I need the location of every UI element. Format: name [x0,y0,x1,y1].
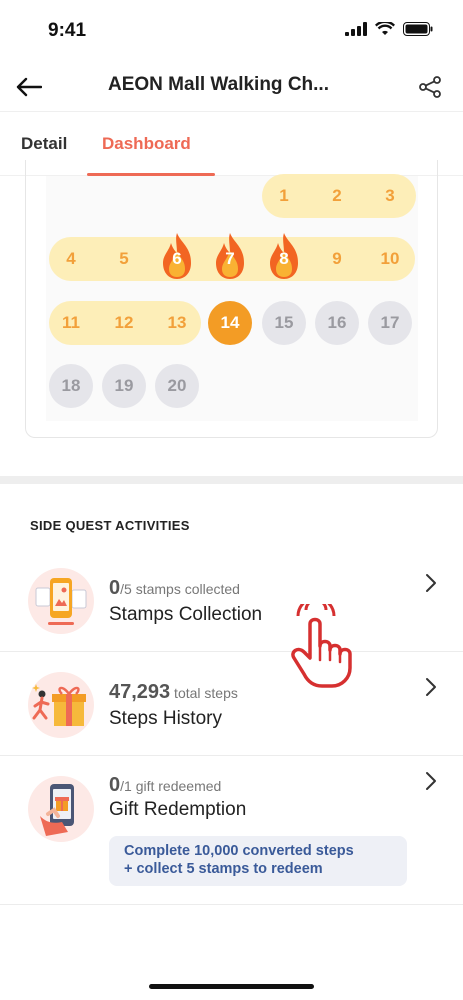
share-button[interactable] [415,72,445,102]
calendar-day-14: 14 [208,301,252,345]
calendar-day-16: 16 [315,301,359,345]
calendar-day-17: 17 [368,301,412,345]
stamps-count-label: /5 stamps collected [120,581,240,597]
calendar-day-number: 1 [279,186,289,205]
calendar-day-number: 2 [332,186,342,205]
share-icon [419,76,441,98]
quest-item-steps[interactable]: 47,293 total steps Steps History [0,652,463,756]
gift-label: Gift Redemption [109,799,247,820]
calendar-day-number: 6 [172,249,182,268]
phone-stamp-icon [28,568,94,634]
arrow-left-icon [16,77,42,97]
calendar-day-number: 17 [380,313,400,332]
steps-count-value: 47,293 [109,681,171,703]
back-button[interactable] [14,72,44,102]
steps-count-label: total steps [170,685,238,701]
calendar-day-number: 12 [114,313,134,332]
streak-calendar: 1 2 3 4 5 6 7 8 9 10 11 12 13 14 15 16 17 18 19 20 [46,174,418,421]
gift-count: 0/1 gift redeemed [109,774,221,797]
calendar-day-6: 6 [155,233,199,281]
calendar-day-5: 5 [102,237,146,281]
calendar-day-number: 9 [332,249,342,268]
calendar-day-number: 19 [114,376,134,395]
status-time: 9:41 [48,20,87,41]
tap-hand-icon [291,604,352,688]
quest-item-stamps[interactable]: 0/5 stamps collected Stamps Collection [0,548,463,652]
gift-count-label: /1 gift redeemed [120,778,222,794]
home-indicator [149,984,314,989]
redeem-requirement-note: Complete 10,000 converted steps + collec… [109,836,407,886]
streak-calendar-card: 1 2 3 4 5 6 7 8 9 10 11 12 13 14 15 16 17 18 19 20 [25,160,438,438]
signal-icon [345,22,367,36]
tab-detail[interactable]: Detail [21,134,67,154]
gift-runner-icon [28,672,94,738]
calendar-day-number: 18 [61,376,81,395]
redeem-note-line-1: Complete 10,000 converted steps [124,843,354,859]
calendar-day-15: 15 [262,301,306,345]
calendar-day-number: 14 [220,313,240,332]
calendar-day-2: 2 [315,174,359,218]
calendar-day-9: 9 [315,237,359,281]
status-icons [345,22,433,36]
side-quest-title: SIDE QUEST ACTIVITIES [30,518,190,533]
calendar-day-3: 3 [368,174,412,218]
battery-icon [403,22,433,36]
calendar-day-number: 4 [66,249,76,268]
steps-count: 47,293 total steps [109,681,238,704]
calendar-day-1: 1 [262,174,306,218]
status-bar: 9:41 [0,0,463,62]
calendar-day-19: 19 [102,364,146,408]
calendar-day-8: 8 [262,233,306,281]
app-header: AEON Mall Walking Ch... [0,62,463,112]
calendar-day-10: 10 [368,237,412,281]
redeem-note-line-2: + collect 5 stamps to redeem [124,861,323,877]
calendar-day-number: 20 [167,376,187,395]
page-title: AEON Mall Walking Ch... [108,74,329,95]
tab-dashboard[interactable]: Dashboard [102,134,191,154]
steps-label: Steps History [109,708,222,729]
calendar-day-number: 7 [225,249,235,268]
calendar-day-12: 12 [102,301,146,345]
calendar-day-number: 16 [327,313,347,332]
calendar-day-number: 13 [167,313,187,332]
stamps-count: 0/5 stamps collected [109,577,240,600]
chevron-right-icon [426,772,436,790]
stamps-label: Stamps Collection [109,604,263,625]
stamps-count-value: 0 [109,577,121,599]
calendar-day-number: 10 [380,249,400,268]
chevron-right-icon [426,678,436,696]
calendar-day-7: 7 [208,233,252,281]
calendar-day-20: 20 [155,364,199,408]
calendar-day-number: 8 [279,249,289,268]
gift-count-value: 0 [109,774,121,796]
phone-gift-icon [28,776,94,842]
calendar-day-18: 18 [49,364,93,408]
calendar-day-number: 5 [119,249,129,268]
chevron-right-icon [426,574,436,592]
section-divider [0,476,463,484]
calendar-day-number: 3 [385,186,395,205]
calendar-day-13: 13 [155,301,199,345]
calendar-day-number: 11 [62,313,80,332]
calendar-day-4: 4 [49,237,93,281]
wifi-icon [375,22,395,35]
calendar-day-11: 11 [49,301,93,345]
calendar-day-number: 15 [274,313,294,332]
